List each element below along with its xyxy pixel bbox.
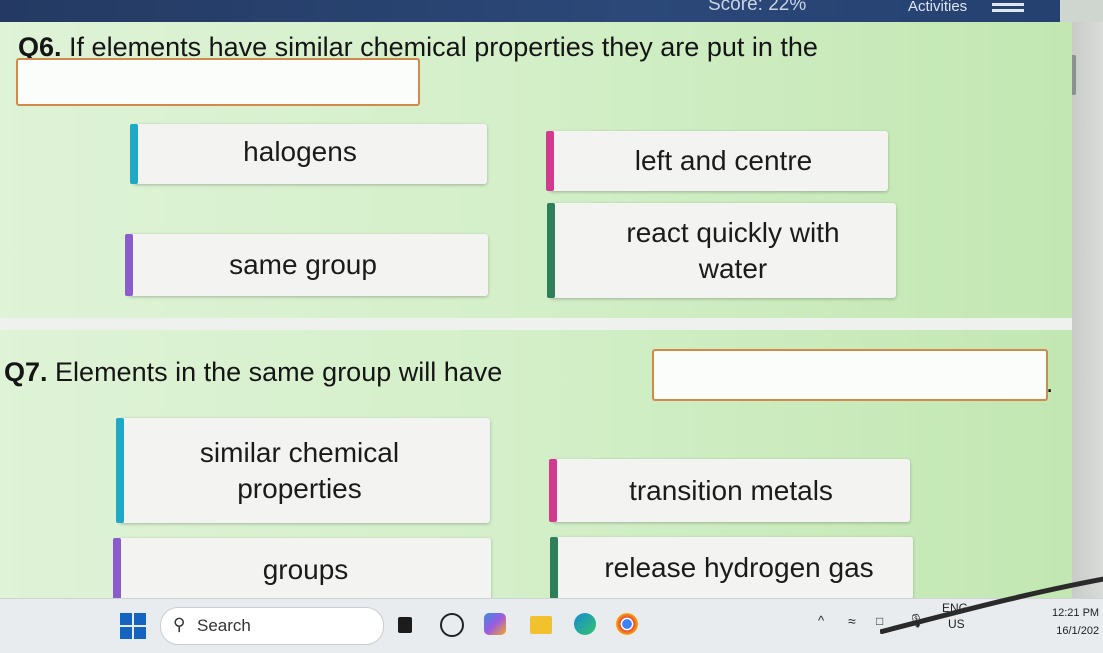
chrome-icon[interactable] <box>616 613 638 635</box>
question-number: Q7. <box>4 357 48 387</box>
answer-card[interactable]: release hydrogen gas <box>550 537 913 599</box>
card-accent-bar <box>550 537 558 599</box>
answer-drop-zone-q7[interactable] <box>652 349 1048 401</box>
top-bar: Score: 22% Activities <box>0 0 1060 22</box>
activities-button[interactable]: Activities <box>908 0 967 15</box>
answer-drop-zone-q6[interactable] <box>16 58 420 106</box>
answer-card[interactable]: same group <box>125 234 488 296</box>
card-accent-bar <box>549 459 557 522</box>
windows-start-icon[interactable] <box>120 613 146 639</box>
card-accent-bar <box>547 203 555 298</box>
cable-decoration <box>880 576 1103 634</box>
edge-icon[interactable] <box>574 613 596 635</box>
card-accent-bar <box>130 124 138 184</box>
answer-card[interactable]: react quickly with water <box>547 203 896 298</box>
card-accent-bar <box>113 538 121 602</box>
copilot-icon[interactable] <box>484 613 506 635</box>
question-prompt: Elements in the same group will have <box>55 357 503 387</box>
score-readout: Score: 22% <box>708 0 807 15</box>
sentence-period: . <box>1046 368 1054 398</box>
window-edge <box>1072 22 1103 598</box>
taskbar-search-box[interactable]: ⚲ Search <box>160 607 384 645</box>
answer-card[interactable]: similar chemical properties <box>116 418 490 523</box>
hamburger-menu-icon[interactable] <box>992 3 1024 17</box>
question-text-q7: Q7. Elements in the same group will have <box>4 357 502 388</box>
answer-card[interactable]: groups <box>113 538 491 602</box>
folder-icon[interactable] <box>530 616 552 634</box>
card-accent-bar <box>546 131 554 191</box>
card-accent-bar <box>125 234 133 296</box>
whatsapp-icon[interactable] <box>440 613 464 637</box>
search-icon: ⚲ <box>173 615 186 634</box>
search-placeholder: Search <box>197 616 251 635</box>
answer-card[interactable]: transition metals <box>549 459 910 522</box>
answer-card[interactable]: halogens <box>130 124 487 184</box>
network-icon[interactable]: ≈ <box>848 613 856 629</box>
card-accent-bar <box>116 418 124 523</box>
divider <box>0 318 1072 330</box>
answer-card[interactable]: left and centre <box>546 131 888 191</box>
file-explorer-icon[interactable] <box>398 617 412 633</box>
chevron-up-icon[interactable]: ^ <box>818 613 824 628</box>
